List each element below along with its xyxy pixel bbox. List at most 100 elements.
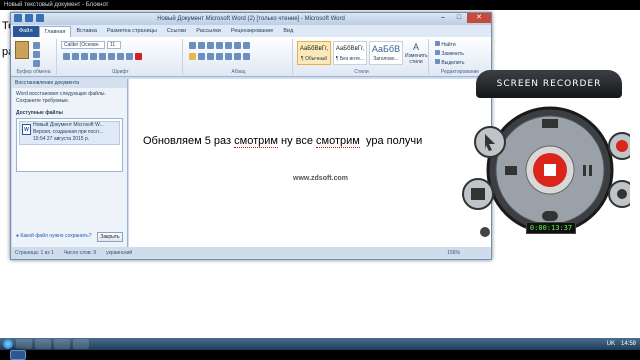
increase-indent-icon[interactable]	[225, 42, 232, 49]
find-icon	[435, 41, 440, 46]
styles-group: АаБбВвГг, ¶ Обычный АаБбВвГг, ¶ Без инте…	[295, 39, 429, 75]
tab-references[interactable]: Ссылки	[162, 26, 191, 37]
style-no-spacing[interactable]: АаБбВвГг, ¶ Без инте...	[333, 41, 367, 65]
taskbar-explorer[interactable]	[16, 339, 32, 349]
select-button[interactable]: Выделить	[435, 59, 464, 66]
start-button[interactable]	[3, 339, 13, 349]
clipboard-group-label: Буфер обмена	[16, 69, 51, 75]
letterbox-bottom	[0, 350, 640, 360]
change-styles-icon: A	[412, 42, 419, 52]
close-window-button[interactable]: ✕	[467, 13, 491, 23]
select-icon	[435, 59, 440, 64]
maximize-button[interactable]: □	[451, 13, 467, 23]
word-titlebar: Новый Документ Microsoft Word (2) [тольк…	[11, 13, 491, 25]
watermark: www.zdsoft.com	[293, 175, 348, 182]
save-icon[interactable]	[25, 14, 33, 22]
italic-icon[interactable]	[72, 53, 79, 60]
page-count[interactable]: Страница: 1 из 1	[15, 248, 54, 258]
ribbon-home: Буфер обмена Calibri (Основн 11 Шрифт Аб…	[11, 37, 491, 77]
word-count[interactable]: Число слов: 9	[64, 248, 96, 258]
find-button[interactable]: Найти	[435, 41, 456, 48]
gear-icon[interactable]	[480, 227, 490, 237]
format-painter-icon[interactable]	[33, 60, 40, 67]
taskbar-notepad[interactable]	[73, 339, 89, 349]
recovered-files-list: W Новый Документ Microsoft W... Версия, …	[16, 118, 123, 172]
tab-home[interactable]: Главная	[38, 25, 72, 37]
window-title: Новый Документ Microsoft Word (2) [тольк…	[157, 16, 345, 22]
document-recovery-pane: Восстановление документа Word восстанови…	[12, 79, 128, 247]
numbering-icon[interactable]	[198, 42, 205, 49]
tab-file[interactable]: Файл	[13, 25, 39, 37]
copy-icon[interactable]	[33, 51, 40, 58]
recovery-message: Word восстановил следующие файлы. Сохран…	[16, 91, 106, 104]
document-area[interactable]: Обновляем 5 раз смотрим ну все смотрим у…	[129, 79, 491, 247]
bullets-icon[interactable]	[189, 42, 196, 49]
taskbar: UK 14:58	[0, 338, 640, 360]
pause-icon[interactable]	[583, 165, 586, 176]
minimize-button[interactable]: –	[435, 13, 451, 23]
speaker-icon	[617, 189, 627, 199]
shading-icon[interactable]	[234, 53, 241, 60]
recovered-file-item[interactable]: W Новый Документ Microsoft W... Версия, …	[19, 121, 120, 145]
font-group-label: Шрифт	[112, 69, 129, 75]
decrease-indent-icon[interactable]	[216, 42, 223, 49]
paste-icon[interactable]	[15, 41, 29, 59]
zoom-level[interactable]: 156%	[447, 248, 490, 258]
line-spacing-icon[interactable]	[225, 53, 232, 60]
clock[interactable]: 14:58	[621, 341, 636, 347]
replace-button[interactable]: Заменить	[435, 50, 464, 57]
tab-view[interactable]: Вид	[278, 26, 298, 37]
recovery-header: Восстановление документа	[12, 79, 127, 88]
cut-icon[interactable]	[33, 42, 40, 49]
stop-icon	[544, 164, 556, 176]
window-controls: – □ ✕	[435, 13, 491, 23]
justify-icon[interactable]	[216, 53, 223, 60]
word-app-icon[interactable]	[14, 14, 22, 22]
text-effects-icon[interactable]	[117, 53, 124, 60]
recovery-close-button[interactable]: Закрыть	[97, 232, 123, 242]
which-file-link[interactable]: ● Какой файл нужно сохранить?	[16, 233, 91, 239]
language-indicator[interactable]: UK	[607, 341, 615, 347]
sort-icon[interactable]	[234, 42, 241, 49]
available-files-label: Доступные файлы	[16, 110, 63, 116]
borders-icon[interactable]	[243, 53, 250, 60]
undo-icon[interactable]	[36, 14, 44, 22]
film-icon	[471, 188, 485, 200]
style-normal[interactable]: АаБбВвГг, ¶ Обычный	[297, 41, 331, 65]
schedule-clock-icon[interactable]	[542, 211, 558, 221]
paragraph-group: Абзац	[185, 39, 293, 75]
font-size-select[interactable]: 11	[107, 41, 121, 49]
change-styles-button[interactable]: A Изменить стили	[405, 41, 428, 65]
language[interactable]: украинский	[106, 248, 132, 258]
camera-icon[interactable]	[505, 166, 517, 175]
folder-icon[interactable]	[542, 119, 558, 128]
word-window: Новый Документ Microsoft Word (2) [тольк…	[10, 12, 492, 260]
font-color-icon[interactable]	[135, 53, 142, 60]
underline-icon[interactable]	[81, 53, 88, 60]
taskbar-browser[interactable]	[54, 339, 70, 349]
tab-page-layout[interactable]: Разметка страницы	[102, 26, 162, 37]
tab-insert[interactable]: Вставка	[71, 26, 101, 37]
tab-review[interactable]: Рецензирование	[226, 26, 278, 37]
settings-icon	[616, 140, 628, 152]
superscript-icon[interactable]	[108, 53, 115, 60]
subscript-icon[interactable]	[99, 53, 106, 60]
styles-group-label: Стили	[354, 69, 369, 75]
taskbar-word[interactable]	[10, 350, 26, 360]
align-left-icon[interactable]	[189, 53, 196, 60]
font-name-select[interactable]: Calibri (Основн	[61, 41, 105, 49]
screen-recorder-widget	[462, 106, 630, 237]
style-heading-1[interactable]: АаБбВ Заголово...	[369, 41, 403, 65]
quick-access-toolbar	[14, 14, 44, 22]
taskbar-media[interactable]	[35, 339, 51, 349]
highlight-icon[interactable]	[126, 53, 133, 60]
align-center-icon[interactable]	[198, 53, 205, 60]
pilcrow-icon[interactable]	[243, 42, 250, 49]
document-text[interactable]: Обновляем 5 раз смотрим ну все смотрим у…	[143, 135, 422, 148]
help-icon: ●	[16, 233, 20, 239]
multilevel-list-icon[interactable]	[207, 42, 214, 49]
align-right-icon[interactable]	[207, 53, 214, 60]
bold-icon[interactable]	[63, 53, 70, 60]
strikethrough-icon[interactable]	[90, 53, 97, 60]
tab-mailings[interactable]: Рассылки	[191, 26, 226, 37]
